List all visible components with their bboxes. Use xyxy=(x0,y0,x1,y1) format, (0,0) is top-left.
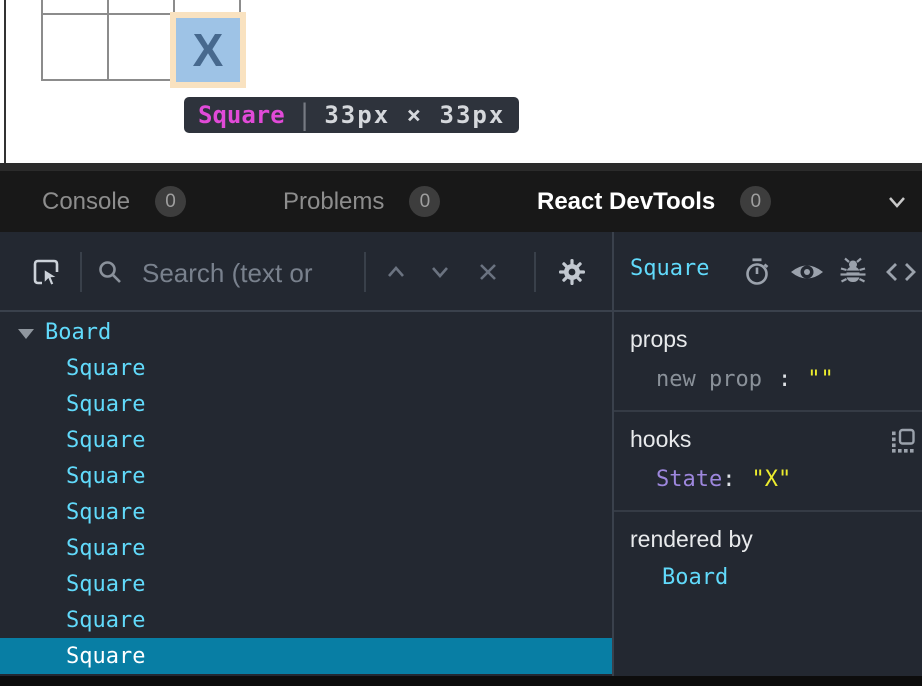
stopwatch-suspense-icon[interactable] xyxy=(742,256,774,288)
tree-item-square[interactable]: Square xyxy=(0,386,612,422)
tooltip-separator: | xyxy=(297,99,313,132)
board-cell[interactable] xyxy=(43,15,107,79)
tree-item-square[interactable]: Square xyxy=(0,530,612,566)
tree-item-square[interactable]: Square xyxy=(0,494,612,530)
inspect-highlight-content: X xyxy=(176,18,240,82)
tree-item-square[interactable]: Square xyxy=(0,422,612,458)
board-cell[interactable] xyxy=(109,15,173,79)
component-details-pane: props new prop:"" hooks xyxy=(614,312,922,676)
expand-arrow-icon[interactable] xyxy=(18,329,34,339)
component-name: Square xyxy=(66,500,145,525)
chevron-down-icon[interactable] xyxy=(884,189,910,215)
board-cell[interactable] xyxy=(43,0,107,13)
new-prop-row: new prop:"" xyxy=(614,367,922,392)
props-section: props new prop:"" xyxy=(614,312,922,412)
props-section-title: props xyxy=(614,326,922,353)
component-name: Square xyxy=(66,428,145,453)
component-tree: Board Square Square Square Square Square Squar… xyxy=(0,312,612,676)
page-left-border xyxy=(4,0,6,163)
component-name: Square xyxy=(66,356,145,381)
tooltip-element-name: Square xyxy=(198,101,285,129)
component-name: Board xyxy=(45,320,111,345)
settings-gear-icon[interactable] xyxy=(556,256,588,288)
tab-react-devtools[interactable]: React DevTools 0 xyxy=(537,171,771,232)
inspect-tooltip: Square | 33px × 33px xyxy=(184,97,519,133)
tree-item-square[interactable]: Square xyxy=(0,458,612,494)
component-name: Square xyxy=(66,572,145,597)
view-source-icon[interactable] xyxy=(884,258,918,286)
component-name: Square xyxy=(66,608,145,633)
rendered-by-owner-link[interactable]: Board xyxy=(614,565,922,590)
tab-label: React DevTools xyxy=(537,188,715,216)
react-devtools-count-badge: 0 xyxy=(740,186,771,217)
state-hook-key: State xyxy=(656,467,722,492)
tree-item-square[interactable]: Square xyxy=(0,566,612,602)
new-prop-value[interactable]: "" xyxy=(807,367,834,392)
toolbar-divider xyxy=(534,252,536,292)
tab-label: Problems xyxy=(283,188,384,216)
console-count-badge: 0 xyxy=(155,186,186,217)
component-name: Square xyxy=(66,536,145,561)
tree-item-square[interactable]: Square xyxy=(0,638,612,674)
rendered-by-title: rendered by xyxy=(614,526,922,553)
clear-search-icon[interactable] xyxy=(476,260,500,284)
inspect-element-icon[interactable] xyxy=(30,256,62,288)
tree-item-square[interactable]: Square xyxy=(0,350,612,386)
tree-item-board[interactable]: Board xyxy=(0,314,612,350)
tab-problems[interactable]: Problems 0 xyxy=(283,171,440,232)
component-name: Square xyxy=(66,644,145,669)
toolbar-divider xyxy=(80,252,82,292)
square-cell-value: X xyxy=(193,23,224,77)
tooltip-dimensions: 33px × 33px xyxy=(324,101,505,129)
hooks-section: hooks State:"X" xyxy=(614,412,922,512)
state-hook-row: State:"X" xyxy=(614,467,922,492)
next-match-icon[interactable] xyxy=(428,262,452,282)
devtools-screenshot: X Square | 33px × 33px Console 0 Problem… xyxy=(0,0,922,686)
component-name: Square xyxy=(66,392,145,417)
toolbar-divider xyxy=(364,252,366,292)
previous-match-icon[interactable] xyxy=(384,262,408,282)
board-cell[interactable] xyxy=(109,0,173,13)
bottom-edge xyxy=(0,676,922,686)
inspect-highlight-padding: X xyxy=(170,12,246,88)
new-prop-key[interactable]: new prop xyxy=(656,367,762,392)
devtools-tab-bar: Console 0 Problems 0 React DevTools 0 xyxy=(0,171,922,232)
bug-log-icon[interactable] xyxy=(838,256,868,288)
browser-page: X Square | 33px × 33px xyxy=(0,0,922,163)
search-icon xyxy=(96,258,124,286)
component-name: Square xyxy=(66,464,145,489)
tab-console[interactable]: Console 0 xyxy=(42,171,186,232)
parse-hooks-icon[interactable] xyxy=(890,428,916,454)
react-devtools-panel: Square xyxy=(0,232,922,676)
tab-label: Console xyxy=(42,188,130,216)
rendered-by-section: rendered by Board xyxy=(614,512,922,608)
hooks-section-title: hooks xyxy=(614,426,922,453)
selected-component-name: Square xyxy=(630,256,709,281)
state-hook-value[interactable]: "X" xyxy=(751,467,791,492)
eye-inspect-dom-icon[interactable] xyxy=(788,258,826,286)
devtools-top-divider xyxy=(0,163,922,171)
tree-item-square[interactable]: Square xyxy=(0,602,612,638)
problems-count-badge: 0 xyxy=(409,186,440,217)
search-input[interactable] xyxy=(140,252,362,294)
